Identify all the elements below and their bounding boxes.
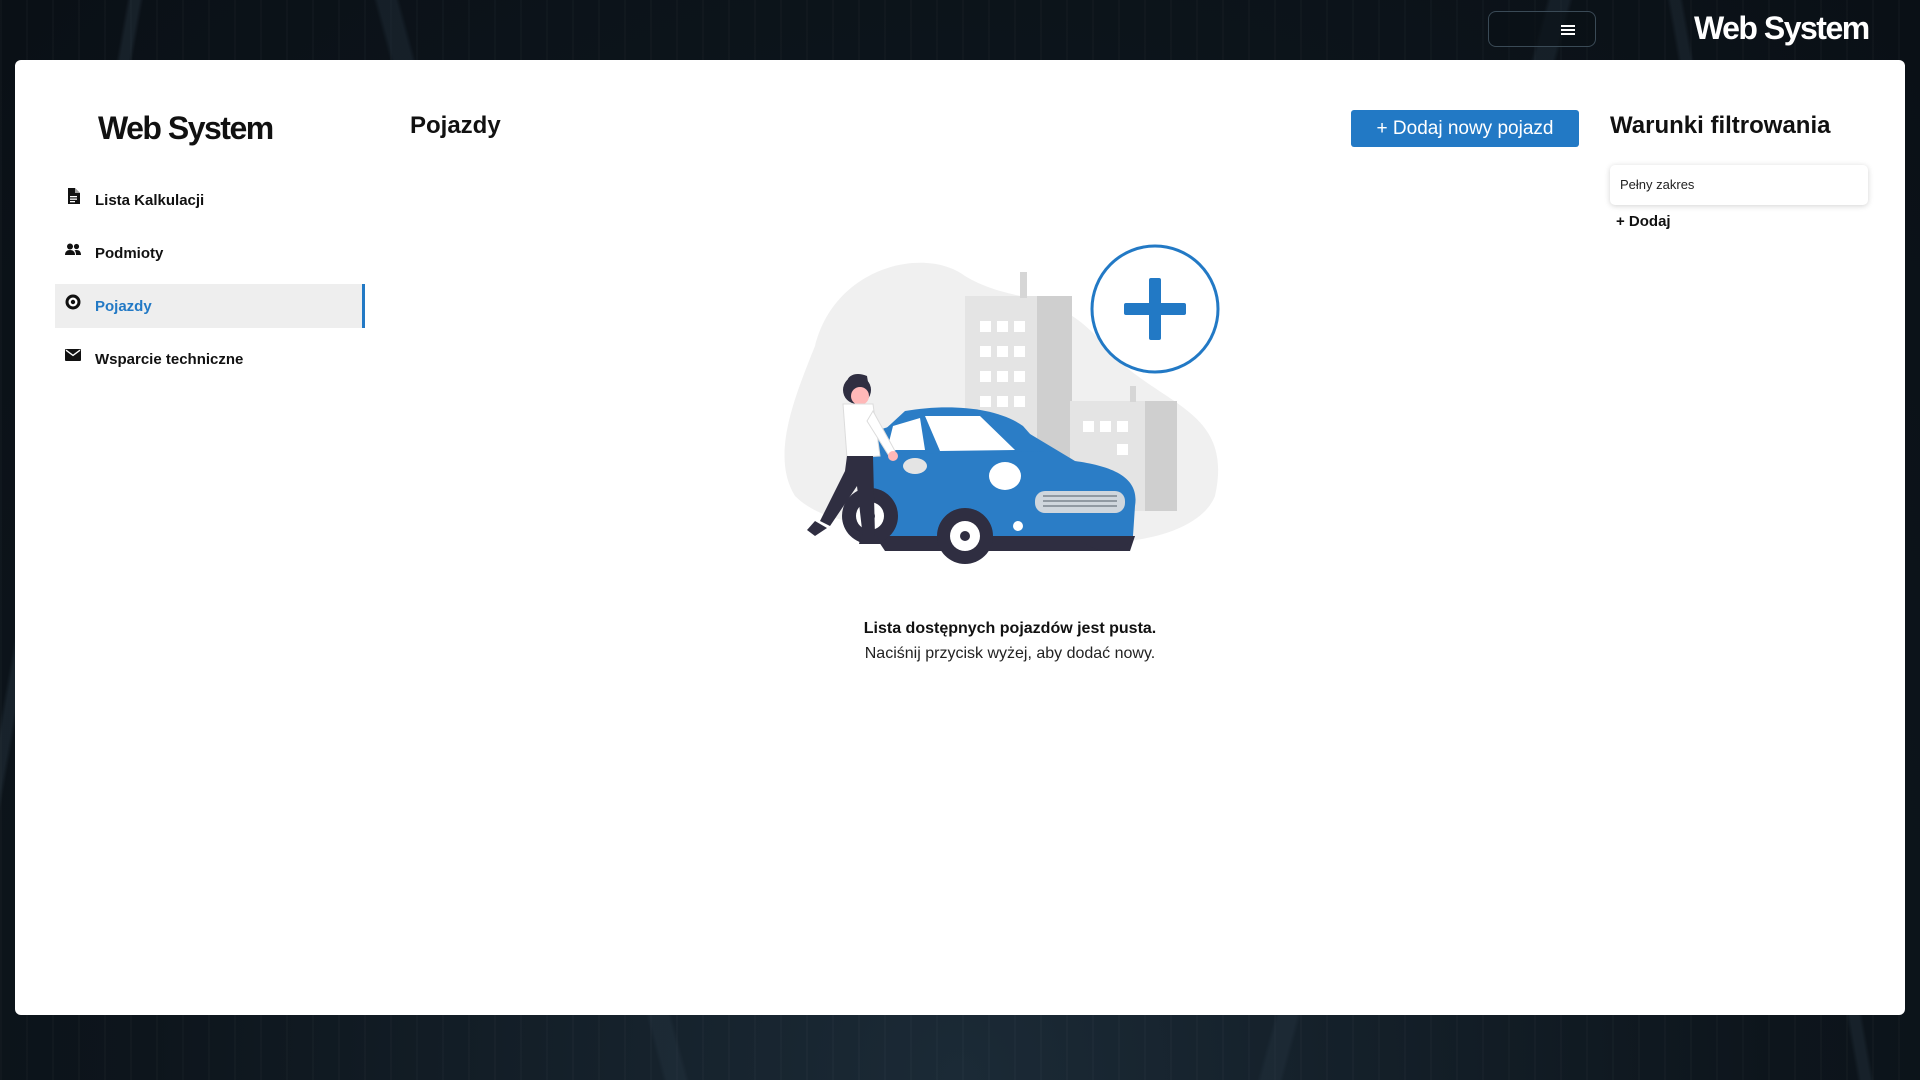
top-logo[interactable]: Web System: [1694, 10, 1870, 47]
sidebar-nav: Lista Kalkulacji Podmioty Pojazdy Wsparc…: [55, 178, 365, 390]
page-title: Pojazdy: [410, 112, 501, 139]
sidebar-logo[interactable]: Web System: [98, 110, 274, 147]
empty-state-title: Lista dostępnych pojazdów jest pusta.: [863, 620, 1157, 637]
main-panel: Web System Lista Kalkulacji Podmioty Poj…: [15, 60, 1905, 1015]
sidebar-item-label: Podmioty: [95, 244, 164, 262]
sidebar-item-label: Wsparcie techniczne: [95, 350, 244, 368]
sidebar-item-podmioty[interactable]: Podmioty: [55, 231, 365, 275]
menu-button[interactable]: [1488, 11, 1596, 47]
add-vehicle-button[interactable]: + Dodaj nowy pojazd: [1351, 110, 1579, 147]
vehicle-icon: [65, 294, 81, 310]
users-icon: [65, 241, 81, 257]
empty-state-illustration: [775, 236, 1235, 576]
add-filter-button[interactable]: + Dodaj: [1616, 213, 1671, 230]
sidebar-item-lista-kalkulacji[interactable]: Lista Kalkulacji: [55, 178, 365, 222]
hamburger-icon: [1561, 25, 1575, 35]
filters-title: Warunki filtrowania: [1610, 112, 1831, 139]
empty-state-subtitle: Naciśnij przycisk wyżej, aby dodać nowy.: [864, 645, 1156, 662]
envelope-icon: [65, 347, 81, 363]
sidebar-item-label: Lista Kalkulacji: [95, 191, 205, 209]
document-icon: [65, 188, 81, 204]
sidebar-item-wsparcie-techniczne[interactable]: Wsparcie techniczne: [55, 337, 365, 381]
sidebar-item-pojazdy[interactable]: Pojazdy: [55, 284, 365, 328]
top-bar: Web System: [0, 0, 1920, 60]
sidebar-item-label: Pojazdy: [95, 297, 152, 315]
filter-full-range[interactable]: Pełny zakres: [1610, 165, 1868, 205]
